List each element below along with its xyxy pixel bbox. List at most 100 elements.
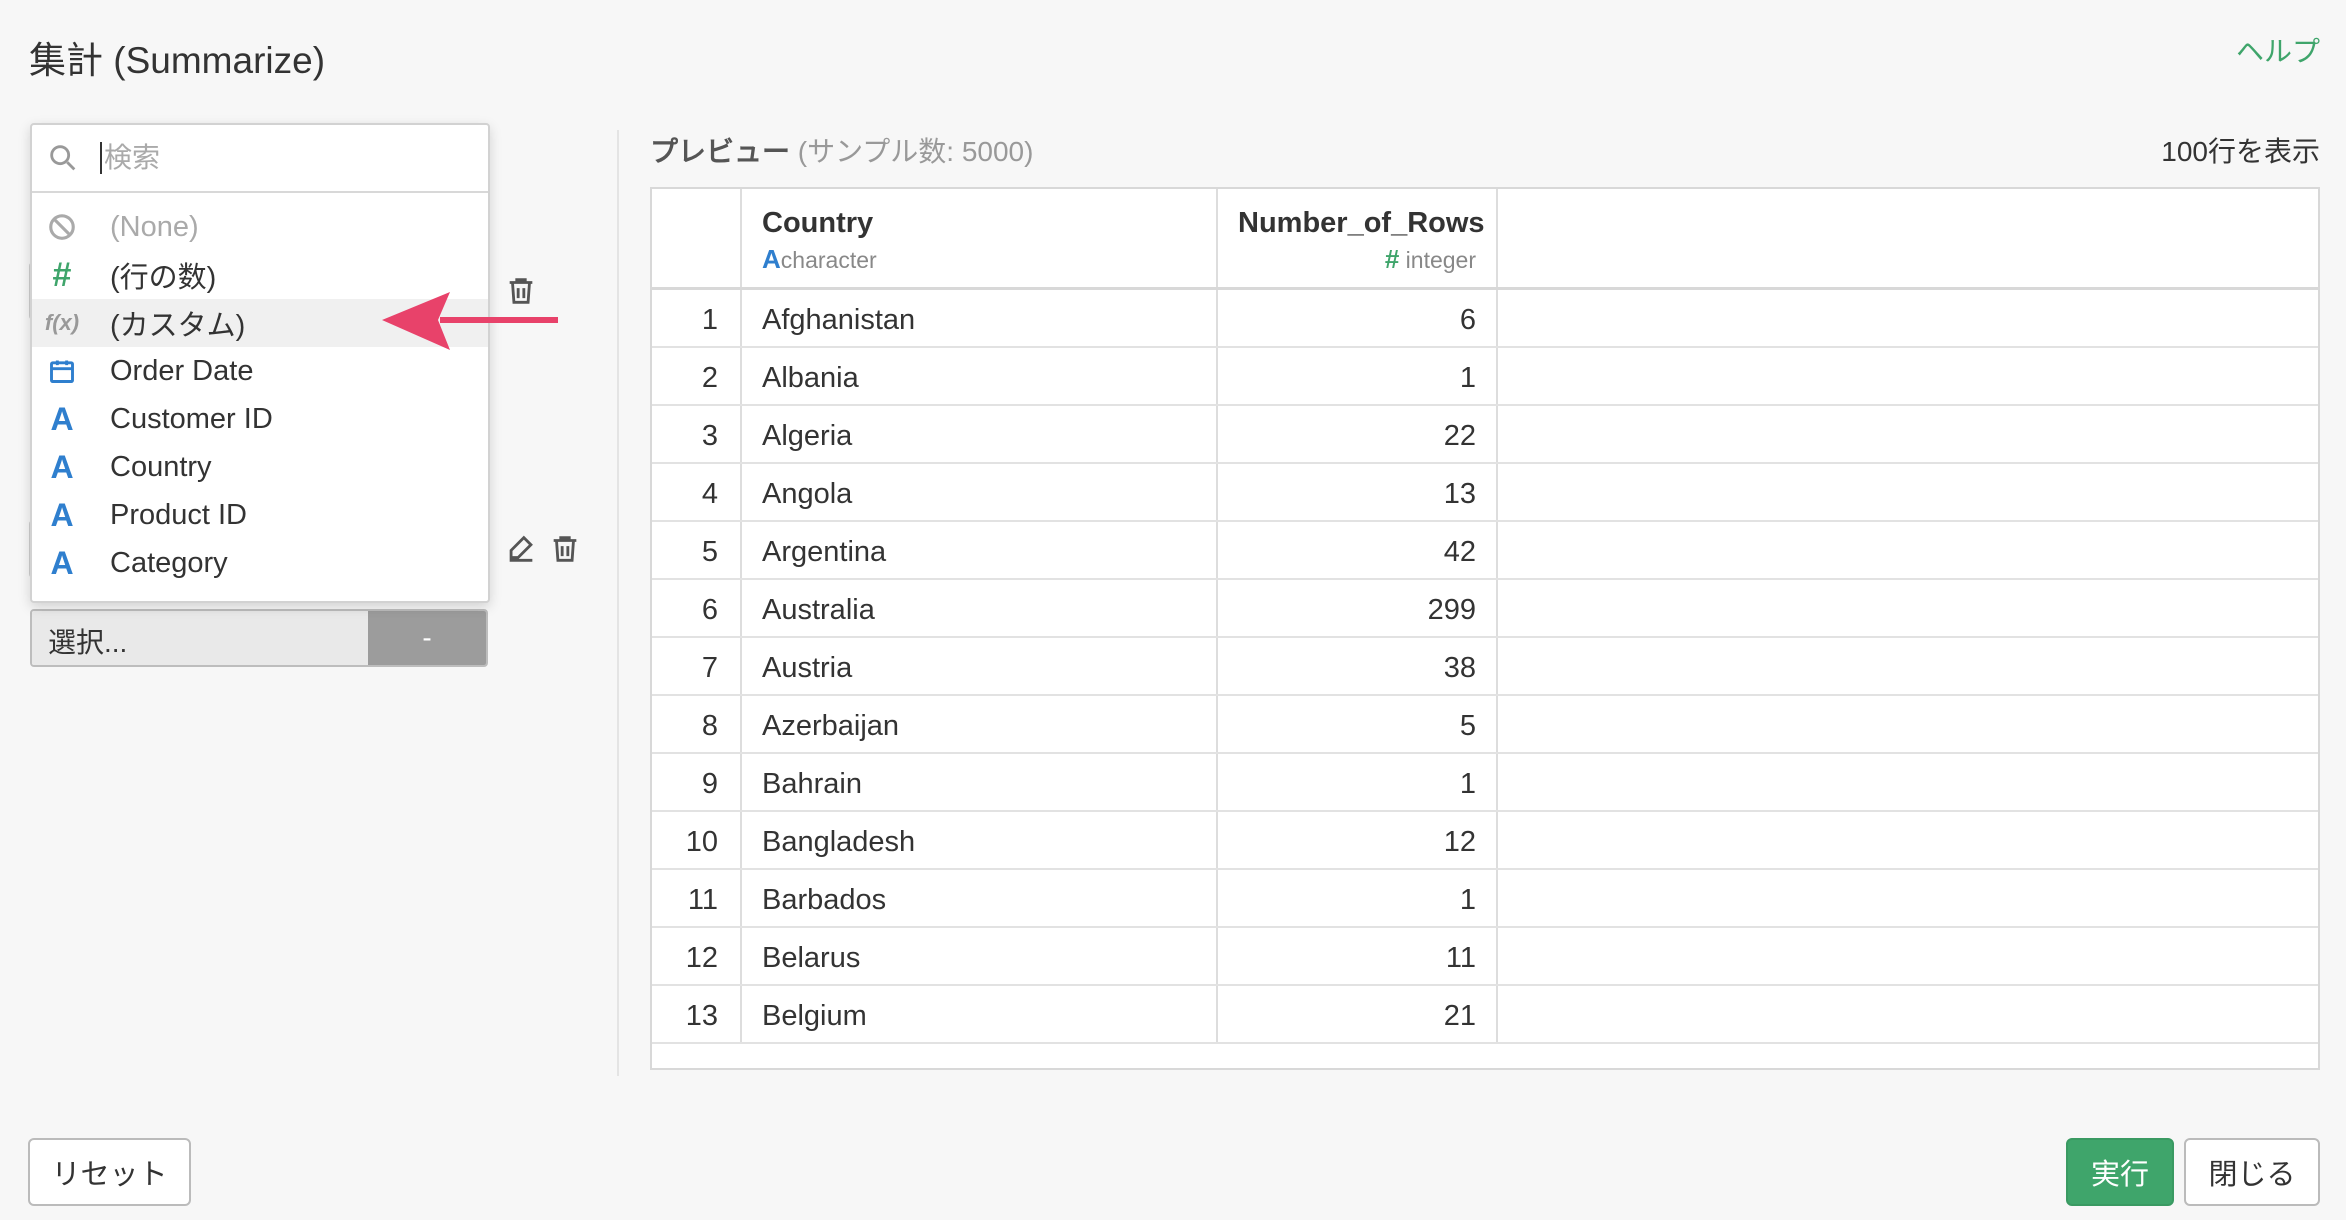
trash-icon[interactable] bbox=[548, 532, 582, 566]
cell-count: 6 bbox=[1218, 290, 1498, 346]
cell-count: 5 bbox=[1218, 696, 1498, 752]
cell-count: 12 bbox=[1218, 812, 1498, 868]
table-row: 10 Bangladesh 12 bbox=[652, 812, 2318, 870]
cell-count: 11 bbox=[1218, 928, 1498, 984]
function-icon: f(x) bbox=[44, 310, 80, 335]
row-number: 11 bbox=[652, 870, 742, 926]
sample-count: (サンプル数: 5000) bbox=[797, 136, 1034, 167]
dropdown-item-label: (カスタム) bbox=[110, 310, 246, 342]
row-number: 10 bbox=[652, 812, 742, 868]
column-header-number-of-rows[interactable]: Number_of_Rows # integer bbox=[1218, 189, 1498, 287]
table-header: Country Acharacter Number_of_Rows # inte… bbox=[652, 189, 2318, 290]
calendar-icon bbox=[44, 353, 80, 389]
text-type-icon: A bbox=[50, 448, 74, 485]
preview-title: プレビュー bbox=[650, 136, 791, 167]
row-number: 12 bbox=[652, 928, 742, 984]
remove-button[interactable]: - bbox=[368, 611, 486, 665]
row-number: 4 bbox=[652, 464, 742, 520]
cell-country: Australia bbox=[742, 580, 1218, 636]
row-number: 8 bbox=[652, 696, 742, 752]
dropdown-item-label: (None) bbox=[110, 210, 199, 243]
row-number-header bbox=[652, 189, 742, 287]
table-row: 9 Bahrain 1 bbox=[652, 754, 2318, 812]
dropdown-item-label: (行の数) bbox=[110, 262, 217, 294]
row-number: 3 bbox=[652, 406, 742, 462]
text-type-icon: A bbox=[50, 544, 74, 581]
column-name: Number_of_Rows bbox=[1238, 207, 1485, 239]
table-row: 12 Belarus 11 bbox=[652, 928, 2318, 986]
help-link[interactable]: ヘルプ bbox=[2236, 30, 2320, 70]
cell-count: 1 bbox=[1218, 754, 1498, 810]
column-type-label: integer bbox=[1405, 247, 1476, 273]
cell-country: Algeria bbox=[742, 406, 1218, 462]
cell-count: 299 bbox=[1218, 580, 1498, 636]
table-body: 1 Afghanistan 6 2 Albania 1 3 Algeria 22 4 Angola 1… bbox=[652, 290, 2318, 1044]
cell-country: Angola bbox=[742, 464, 1218, 520]
row-number: 2 bbox=[652, 348, 742, 404]
cell-count: 1 bbox=[1218, 348, 1498, 404]
reset-button[interactable]: リセット bbox=[28, 1138, 191, 1206]
cell-count: 1 bbox=[1218, 870, 1498, 926]
table-row: 8 Azerbaijan 5 bbox=[652, 696, 2318, 754]
none-icon bbox=[44, 209, 80, 245]
preview-table: Country Acharacter Number_of_Rows # inte… bbox=[650, 187, 2320, 1070]
dropdown-item-customer-id[interactable]: A Customer ID bbox=[32, 395, 488, 443]
cell-country: Barbados bbox=[742, 870, 1218, 926]
cell-country: Afghanistan bbox=[742, 290, 1218, 346]
row-number: 6 bbox=[652, 580, 742, 636]
column-name: Country bbox=[762, 207, 874, 239]
cell-country: Azerbaijan bbox=[742, 696, 1218, 752]
text-type-icon: A bbox=[50, 496, 74, 533]
page-title: 集計 (Summarize) bbox=[29, 40, 326, 81]
annotation-arrow-icon bbox=[382, 292, 558, 350]
search-input[interactable] bbox=[100, 142, 460, 174]
dropdown-item-product-id[interactable]: A Product ID bbox=[32, 491, 488, 539]
cell-country: Bahrain bbox=[742, 754, 1218, 810]
cell-country: Austria bbox=[742, 638, 1218, 694]
dropdown-item-label: Customer ID bbox=[110, 402, 273, 435]
hash-icon: # bbox=[52, 255, 72, 294]
row-number: 9 bbox=[652, 754, 742, 810]
table-row: 7 Austria 38 bbox=[652, 638, 2318, 696]
table-row: 1 Afghanistan 6 bbox=[652, 290, 2318, 348]
column-header-country[interactable]: Country Acharacter bbox=[742, 189, 1218, 287]
text-type-icon: A bbox=[762, 244, 781, 274]
dropdown-search bbox=[32, 125, 488, 193]
table-row: 13 Belgium 21 bbox=[652, 986, 2318, 1044]
column-select-value[interactable]: 選択... bbox=[32, 611, 368, 665]
cell-count: 13 bbox=[1218, 464, 1498, 520]
cell-country: Belgium bbox=[742, 986, 1218, 1042]
panel-divider bbox=[617, 130, 619, 1076]
dropdown-item-label: Category bbox=[110, 546, 228, 579]
row-number: 5 bbox=[652, 522, 742, 578]
cell-country: Belarus bbox=[742, 928, 1218, 984]
cell-country: Albania bbox=[742, 348, 1218, 404]
cell-count: 21 bbox=[1218, 986, 1498, 1042]
search-icon bbox=[50, 145, 76, 171]
column-type: Acharacter bbox=[762, 244, 1196, 275]
cell-country: Bangladesh bbox=[742, 812, 1218, 868]
dropdown-item-none[interactable]: (None) bbox=[32, 203, 488, 251]
column-select[interactable]: 選択... - bbox=[30, 609, 488, 667]
rows-shown-label: 100行を表示 bbox=[2161, 136, 2320, 167]
table-row: 4 Angola 13 bbox=[652, 464, 2318, 522]
close-button[interactable]: 閉じる bbox=[2184, 1138, 2320, 1206]
dropdown-item-category[interactable]: A Category bbox=[32, 539, 488, 587]
cell-count: 42 bbox=[1218, 522, 1498, 578]
hash-icon: # bbox=[1384, 244, 1400, 274]
cell-count: 22 bbox=[1218, 406, 1498, 462]
table-row: 11 Barbados 1 bbox=[652, 870, 2318, 928]
column-type-label: character bbox=[780, 247, 877, 273]
cell-country: Argentina bbox=[742, 522, 1218, 578]
column-type: # integer bbox=[1238, 244, 1476, 275]
table-row: 5 Argentina 42 bbox=[652, 522, 2318, 580]
edit-icon[interactable] bbox=[504, 532, 538, 566]
row-number: 13 bbox=[652, 986, 742, 1042]
column-dropdown[interactable]: (None) # (行の数) f(x) (カスタム) Order Date A … bbox=[30, 123, 490, 603]
preview-heading: プレビュー (サンプル数: 5000) bbox=[650, 130, 1033, 170]
dropdown-item-country[interactable]: A Country bbox=[32, 443, 488, 491]
run-button[interactable]: 実行 bbox=[2066, 1138, 2174, 1206]
table-row: 2 Albania 1 bbox=[652, 348, 2318, 406]
row-number: 1 bbox=[652, 290, 742, 346]
dropdown-item-label: Product ID bbox=[110, 498, 247, 531]
